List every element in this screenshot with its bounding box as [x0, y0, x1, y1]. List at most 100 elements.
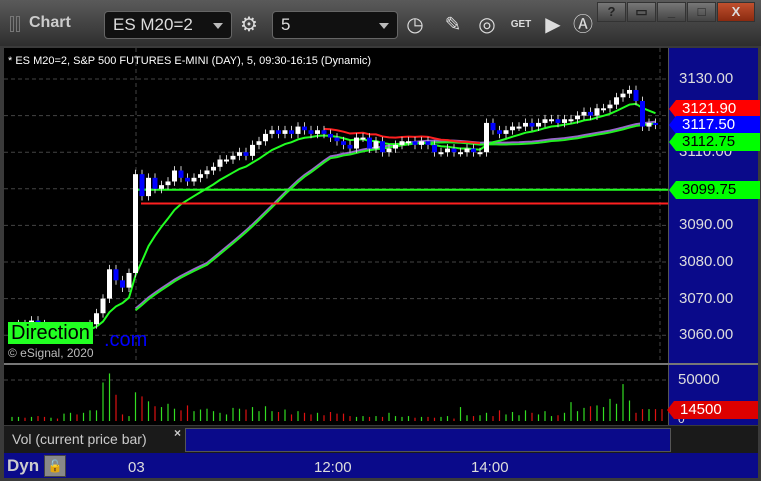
price-flag-text: 3121.90: [682, 99, 737, 117]
time-label: 03: [128, 459, 145, 476]
candle-body: [347, 144, 353, 149]
candle-body: [94, 313, 99, 325]
candle-body: [133, 174, 138, 273]
close-study-icon[interactable]: ×: [174, 426, 181, 440]
candle-body: [614, 97, 619, 105]
candle-body: [562, 119, 567, 123]
interval-value: 5: [281, 15, 291, 34]
price-flag: 3112.75: [669, 133, 760, 152]
candle-body: [646, 122, 652, 127]
drag-grip-icon[interactable]: [10, 16, 14, 32]
restore-down-button[interactable]: ▭: [627, 2, 656, 22]
candle-body: [289, 130, 294, 134]
candle-body: [484, 122, 489, 153]
symbol-select[interactable]: ES M20=2: [104, 11, 232, 39]
volume-flag: 14500: [667, 401, 758, 419]
lock-icon[interactable]: 🔓: [44, 455, 66, 477]
candle-body: [432, 144, 437, 153]
chevron-down-icon: [213, 23, 223, 29]
candle-body: [542, 119, 548, 123]
candle-body: [360, 137, 366, 140]
candle-body: [620, 93, 626, 98]
candle-body: [198, 174, 203, 178]
candle-body: [477, 152, 483, 155]
candle-body: [497, 130, 502, 134]
candle-body: [165, 181, 171, 186]
copyright: © eSignal, 2020: [8, 346, 94, 360]
volume-flag-text: 14500: [680, 401, 722, 418]
candle-body: [438, 152, 444, 155]
candle-body: [354, 137, 359, 149]
candle-body: [217, 159, 223, 167]
pencil-icon[interactable]: ✎: [438, 11, 468, 39]
candle-body: [321, 130, 327, 134]
candle-body: [146, 177, 151, 197]
candle-body: [126, 272, 132, 288]
volume-pane[interactable]: [4, 365, 668, 425]
time-axis[interactable]: Dyn 🔓 03 12:00 14:00: [4, 453, 758, 478]
candle-body: [425, 141, 431, 145]
candle-body: [568, 119, 574, 122]
candle-body: [412, 141, 418, 145]
candle-body: [269, 130, 275, 134]
minimize-button[interactable]: _: [657, 2, 686, 22]
alert-icon[interactable]: Ⓐ: [568, 11, 598, 39]
candle-body: [373, 141, 379, 149]
price-chart[interactable]: [4, 48, 668, 363]
help-button[interactable]: ?: [597, 2, 626, 22]
candle-body: [640, 100, 645, 127]
window-title: Chart: [29, 14, 71, 31]
candle-body: [204, 170, 210, 175]
candle-body: [490, 122, 496, 131]
candle-body: [451, 148, 457, 153]
price-axis[interactable]: 3130.00 3110.00 3090.00 3080.00 3070.00 3060.…: [668, 48, 760, 425]
candle-body: [211, 166, 216, 171]
time-label: 12:00: [314, 459, 352, 476]
price-tick: 3060.00: [679, 326, 734, 344]
candle-body: [139, 174, 145, 197]
candle-body: [243, 152, 249, 156]
candle-body: [529, 122, 535, 127]
chevron-down-icon: [379, 23, 389, 29]
candle-body: [536, 122, 541, 127]
candle-body: [503, 130, 509, 134]
candle-body: [276, 130, 281, 134]
price-flag-text: 3099.75: [682, 180, 737, 198]
maximize-button[interactable]: □: [687, 2, 716, 22]
study-icon[interactable]: ◎: [472, 11, 502, 39]
play-icon[interactable]: ▶: [538, 11, 568, 39]
price-tick: 3090.00: [679, 216, 734, 234]
candle-body: [152, 177, 158, 189]
study-info-bar: [185, 428, 671, 452]
price-flag: 3099.75: [669, 180, 760, 199]
candle-body: [367, 137, 372, 149]
candle-body: [581, 111, 587, 116]
settings-icon[interactable]: ⚙: [234, 11, 264, 39]
get-icon[interactable]: GET: [506, 11, 536, 39]
candle-body: [341, 141, 346, 145]
candle-body: [295, 126, 301, 134]
interval-select[interactable]: 5: [272, 11, 398, 39]
candle-body: [282, 130, 288, 134]
candle-body: [230, 155, 236, 160]
price-tick: 3080.00: [679, 253, 734, 270]
candle-body: [328, 133, 333, 138]
candle-body: [263, 133, 268, 142]
drag-grip-icon[interactable]: [16, 16, 20, 32]
candle-body: [224, 159, 229, 162]
dynamic-mode-label[interactable]: Dyn: [7, 456, 39, 476]
candle-body: [653, 122, 658, 125]
clock-icon[interactable]: ◷: [400, 11, 430, 39]
close-button[interactable]: X: [717, 2, 755, 22]
chart-header: * ES M20=2, S&P 500 FUTURES E-MINI (DAY)…: [8, 55, 372, 67]
candle-body: [308, 130, 314, 134]
candle-body: [393, 144, 398, 149]
watermark-logo: Direction: [8, 322, 93, 344]
candle-body: [523, 122, 528, 127]
study-label-row: Vol (current price bar) ×: [4, 426, 758, 453]
candle-body: [458, 152, 463, 155]
candle-body: [178, 170, 184, 178]
candle-body: [185, 177, 190, 182]
candle-body: [471, 148, 476, 153]
candle-body: [627, 89, 632, 94]
